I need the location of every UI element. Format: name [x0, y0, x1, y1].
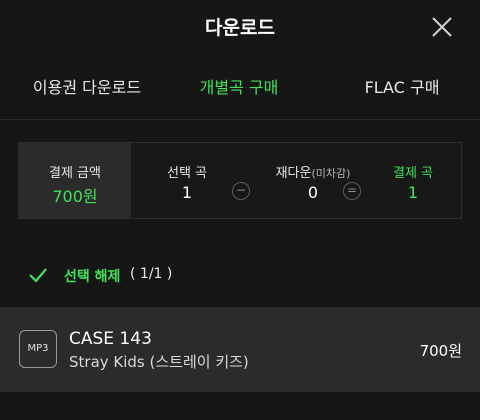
minus-icon: − [232, 182, 250, 200]
payment-amount-cell: 결제 금액 700원 [19, 143, 131, 218]
purchase-tabs: 이용권 다운로드 개별곡 구매 FLAC 구매 [0, 66, 480, 110]
song-title: CASE 143 [69, 329, 152, 349]
payment-songs-value: 1 [407, 183, 419, 202]
tab-single-purchase[interactable]: 개별곡 구매 [176, 74, 302, 98]
song-price: 700원 [419, 342, 462, 360]
payment-summary: 결제 금액 700원 선택 곡 1 − 재다운(미차감) 0 = 결제 곡 1 [18, 142, 462, 219]
song-artist: Stray Kids (스트레이 키즈) [69, 353, 249, 371]
redownload-label: 재다운(미차감) [255, 162, 371, 181]
tab-flac-purchase[interactable]: FLAC 구매 [336, 74, 468, 98]
close-button[interactable] [430, 15, 454, 39]
redownload-cell: 재다운(미차감) 0 [255, 143, 371, 218]
redownload-sub-label: (미차감) [311, 167, 351, 180]
selected-songs-label: 선택 곡 [166, 166, 207, 181]
tab-subscription-download[interactable]: 이용권 다운로드 [16, 74, 158, 98]
check-icon [29, 268, 47, 283]
header: 다운로드 [0, 0, 480, 55]
deselect-all-button[interactable]: 선택 해제 ( 1/1 ) [0, 255, 480, 295]
tab-divider [0, 119, 480, 120]
payment-amount-value: 700원 [52, 187, 98, 206]
page-title: 다운로드 [205, 17, 275, 39]
close-icon[interactable] [430, 15, 454, 39]
redownload-label-text: 재다운 [275, 166, 312, 181]
deselect-label: 선택 해제 [64, 269, 121, 285]
mp3-format-icon: MP3 [19, 330, 57, 368]
payment-songs-cell: 결제 곡 1 [381, 143, 445, 218]
payment-amount-label: 결제 금액 [49, 166, 101, 181]
payment-songs-label: 결제 곡 [392, 166, 433, 181]
selected-songs-cell: 선택 곡 1 [151, 143, 223, 218]
selected-songs-value: 1 [181, 183, 193, 202]
equals-icon: = [343, 182, 361, 200]
selection-count: ( 1/1 ) [130, 266, 173, 282]
song-row[interactable]: MP3 CASE 143 Stray Kids (스트레이 키즈) 700원 [0, 307, 480, 392]
